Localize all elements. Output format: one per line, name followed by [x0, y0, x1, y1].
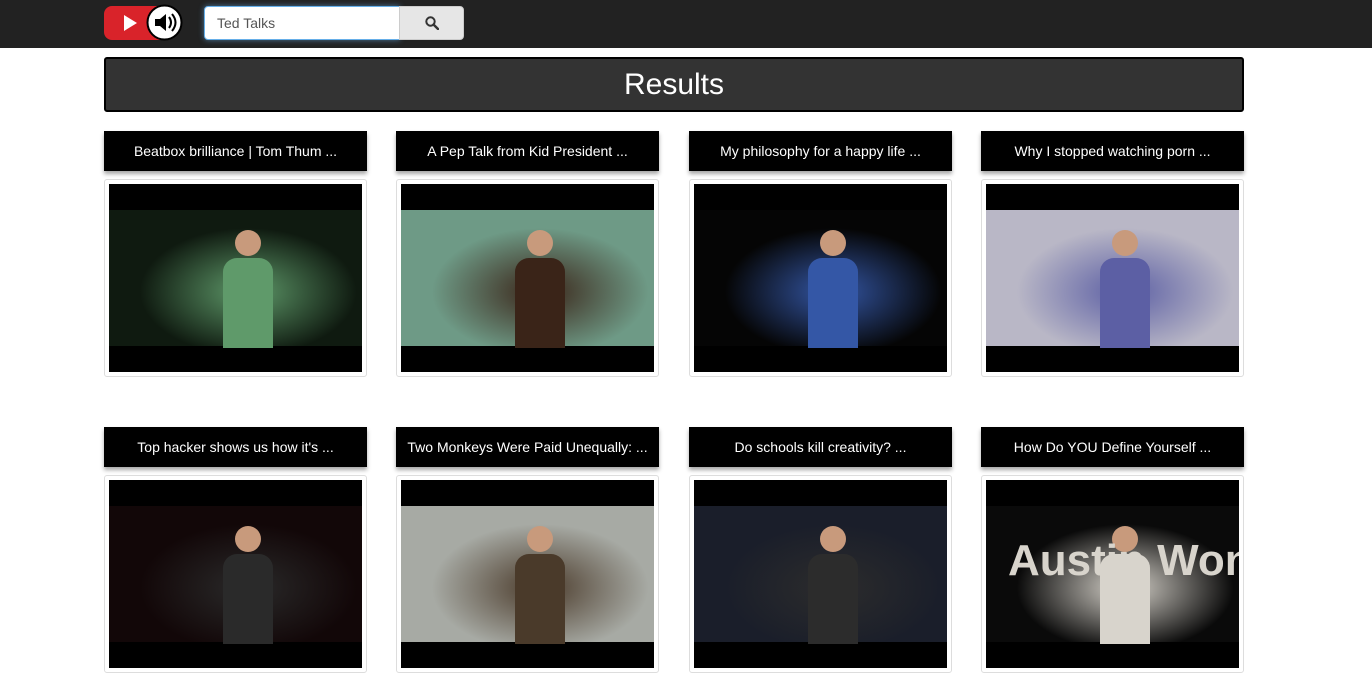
video-thumbnail-frame[interactable] — [981, 179, 1244, 377]
video-card[interactable]: A Pep Talk from Kid President ... — [396, 131, 659, 377]
video-thumbnail[interactable] — [694, 480, 947, 668]
video-thumbnail[interactable] — [986, 184, 1239, 372]
video-title[interactable]: A Pep Talk from Kid President ... — [396, 131, 659, 171]
app-logo[interactable] — [104, 4, 183, 42]
speaker-silhouette — [1099, 230, 1150, 349]
results-heading: Results — [104, 57, 1244, 112]
video-thumbnail[interactable] — [109, 480, 362, 668]
video-thumbnail-frame[interactable] — [396, 475, 659, 673]
thumbnail-scene — [109, 210, 362, 349]
video-card[interactable]: Do schools kill creativity? ... — [689, 427, 952, 673]
speaker-silhouette — [807, 230, 858, 349]
video-thumbnail-frame[interactable] — [104, 179, 367, 377]
video-thumbnail[interactable] — [401, 184, 654, 372]
speaker-icon — [146, 4, 183, 41]
speaker-silhouette — [222, 230, 273, 349]
thumbnail-scene — [401, 210, 654, 349]
thumbnail-overlay-text: Austin Won — [1008, 536, 1239, 585]
play-icon — [124, 15, 137, 31]
speaker-silhouette — [514, 230, 565, 349]
video-thumbnail-frame[interactable] — [396, 179, 659, 377]
thumbnail-scene — [401, 506, 654, 645]
thumbnail-scene — [694, 506, 947, 645]
top-navbar — [0, 0, 1372, 48]
video-thumbnail-frame[interactable] — [689, 179, 952, 377]
thumbnail-scene — [986, 210, 1239, 349]
video-thumbnail[interactable] — [401, 480, 654, 668]
video-card[interactable]: Why I stopped watching porn ... — [981, 131, 1244, 377]
video-title[interactable]: Two Monkeys Were Paid Unequally: ... — [396, 427, 659, 467]
video-thumbnail[interactable] — [694, 184, 947, 372]
video-card[interactable]: Two Monkeys Were Paid Unequally: ... — [396, 427, 659, 673]
video-card[interactable]: Beatbox brilliance | Tom Thum ... — [104, 131, 367, 377]
video-title[interactable]: My philosophy for a happy life ... — [689, 131, 952, 171]
video-card[interactable]: How Do YOU Define Yourself ... Austin Won — [981, 427, 1244, 673]
speaker-silhouette — [807, 526, 858, 645]
video-card[interactable]: Top hacker shows us how it's ... — [104, 427, 367, 673]
video-thumbnail-frame[interactable] — [104, 475, 367, 673]
video-thumbnail-frame[interactable] — [689, 475, 952, 673]
search-input[interactable] — [204, 6, 400, 40]
video-thumbnail-frame[interactable]: Austin Won — [981, 475, 1244, 673]
video-title[interactable]: Do schools kill creativity? ... — [689, 427, 952, 467]
thumbnail-scene — [109, 506, 362, 645]
video-thumbnail[interactable]: Austin Won — [986, 480, 1239, 668]
video-title[interactable]: Why I stopped watching porn ... — [981, 131, 1244, 171]
video-thumbnail[interactable] — [109, 184, 362, 372]
thumbnail-scene: Austin Won — [986, 506, 1239, 645]
video-title[interactable]: How Do YOU Define Yourself ... — [981, 427, 1244, 467]
search-icon — [424, 16, 439, 30]
thumbnail-scene — [694, 210, 947, 349]
video-title[interactable]: Beatbox brilliance | Tom Thum ... — [104, 131, 367, 171]
speaker-silhouette — [514, 526, 565, 645]
speaker-silhouette — [222, 526, 273, 645]
video-title[interactable]: Top hacker shows us how it's ... — [104, 427, 367, 467]
video-card[interactable]: My philosophy for a happy life ... — [689, 131, 952, 377]
search-button[interactable] — [399, 6, 464, 40]
